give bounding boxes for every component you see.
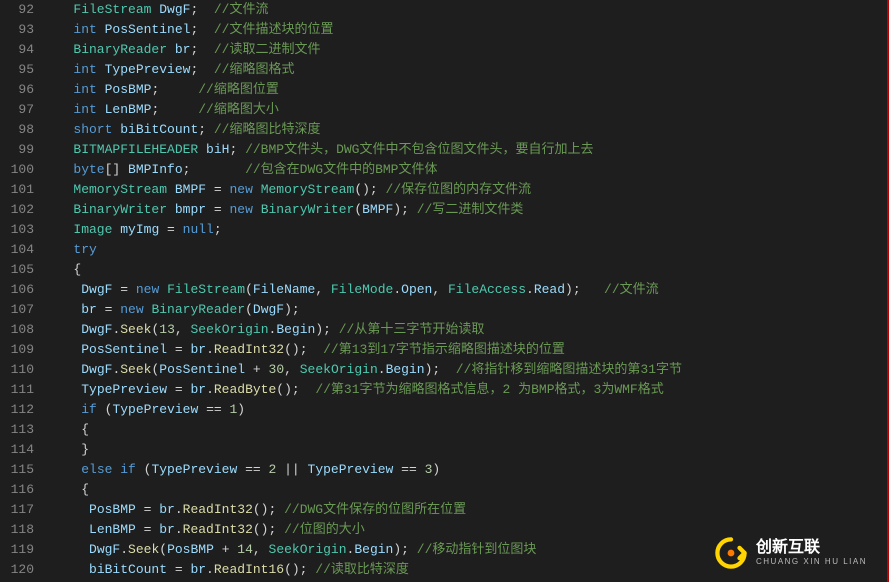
code-line[interactable]: BITMAPFILEHEADER biH; //BMP文件头，DWG文件中不包含… xyxy=(50,140,887,160)
code-editor: 9293949596979899100101102103104105106107… xyxy=(0,0,889,582)
code-line[interactable]: { xyxy=(50,480,887,500)
line-number: 103 xyxy=(4,220,34,240)
code-line[interactable]: else if (TypePreview == 2 || TypePreview… xyxy=(50,460,887,480)
code-line[interactable]: br = new BinaryReader(DwgF); xyxy=(50,300,887,320)
line-number: 118 xyxy=(4,520,34,540)
code-line[interactable]: byte[] BMPInfo; //包含在DWG文件中的BMP文件体 xyxy=(50,160,887,180)
code-line[interactable]: { xyxy=(50,420,887,440)
line-number: 113 xyxy=(4,420,34,440)
line-number: 99 xyxy=(4,140,34,160)
line-number-gutter: 9293949596979899100101102103104105106107… xyxy=(0,0,44,582)
line-number: 92 xyxy=(4,0,34,20)
code-line[interactable]: int LenBMP; //缩略图大小 xyxy=(50,100,887,120)
logo-text: 创新互联 CHUANG XIN HU LIAN xyxy=(756,540,867,566)
code-line[interactable]: BinaryReader br; //读取二进制文件 xyxy=(50,40,887,60)
code-line[interactable]: int TypePreview; //缩略图格式 xyxy=(50,60,887,80)
line-number: 120 xyxy=(4,560,34,580)
logo-mark-icon xyxy=(714,536,748,570)
line-number: 109 xyxy=(4,340,34,360)
logo-text-cn: 创新互联 xyxy=(756,540,867,556)
line-number: 106 xyxy=(4,280,34,300)
code-line[interactable]: } xyxy=(50,440,887,460)
line-number: 97 xyxy=(4,100,34,120)
code-line[interactable]: DwgF.Seek(PosSentinel + 30, SeekOrigin.B… xyxy=(50,360,887,380)
line-number: 117 xyxy=(4,500,34,520)
line-number: 100 xyxy=(4,160,34,180)
line-number: 110 xyxy=(4,360,34,380)
line-number: 93 xyxy=(4,20,34,40)
line-number: 119 xyxy=(4,540,34,560)
line-number: 98 xyxy=(4,120,34,140)
line-number: 116 xyxy=(4,480,34,500)
line-number: 112 xyxy=(4,400,34,420)
code-line[interactable]: PosBMP = br.ReadInt32(); //DWG文件保存的位图所在位… xyxy=(50,500,887,520)
code-line[interactable]: try xyxy=(50,240,887,260)
line-number: 101 xyxy=(4,180,34,200)
line-number: 111 xyxy=(4,380,34,400)
line-number: 115 xyxy=(4,460,34,480)
code-line[interactable]: BinaryWriter bmpr = new BinaryWriter(BMP… xyxy=(50,200,887,220)
code-line[interactable]: DwgF.Seek(13, SeekOrigin.Begin); //从第十三字… xyxy=(50,320,887,340)
code-line[interactable]: DwgF = new FileStream(FileName, FileMode… xyxy=(50,280,887,300)
code-line[interactable]: PosSentinel = br.ReadInt32(); //第13到17字节… xyxy=(50,340,887,360)
line-number: 108 xyxy=(4,320,34,340)
line-number: 96 xyxy=(4,80,34,100)
code-line[interactable]: int PosBMP; //缩略图位置 xyxy=(50,80,887,100)
line-number: 107 xyxy=(4,300,34,320)
code-line[interactable]: int PosSentinel; //文件描述块的位置 xyxy=(50,20,887,40)
line-number: 94 xyxy=(4,40,34,60)
code-line[interactable]: MemoryStream BMPF = new MemoryStream(); … xyxy=(50,180,887,200)
line-number: 105 xyxy=(4,260,34,280)
code-line[interactable]: if (TypePreview == 1) xyxy=(50,400,887,420)
code-line[interactable]: FileStream DwgF; //文件流 xyxy=(50,0,887,20)
line-number: 102 xyxy=(4,200,34,220)
logo-text-en: CHUANG XIN HU LIAN xyxy=(756,558,867,566)
code-line[interactable]: { xyxy=(50,260,887,280)
code-line[interactable]: short biBitCount; //缩略图比特深度 xyxy=(50,120,887,140)
code-line[interactable]: TypePreview = br.ReadByte(); //第31字节为缩略图… xyxy=(50,380,887,400)
code-line[interactable]: Image myImg = null; xyxy=(50,220,887,240)
line-number: 104 xyxy=(4,240,34,260)
line-number: 114 xyxy=(4,440,34,460)
code-area[interactable]: FileStream DwgF; //文件流 int PosSentinel; … xyxy=(44,0,887,582)
line-number: 95 xyxy=(4,60,34,80)
watermark-logo: 创新互联 CHUANG XIN HU LIAN xyxy=(714,536,867,570)
